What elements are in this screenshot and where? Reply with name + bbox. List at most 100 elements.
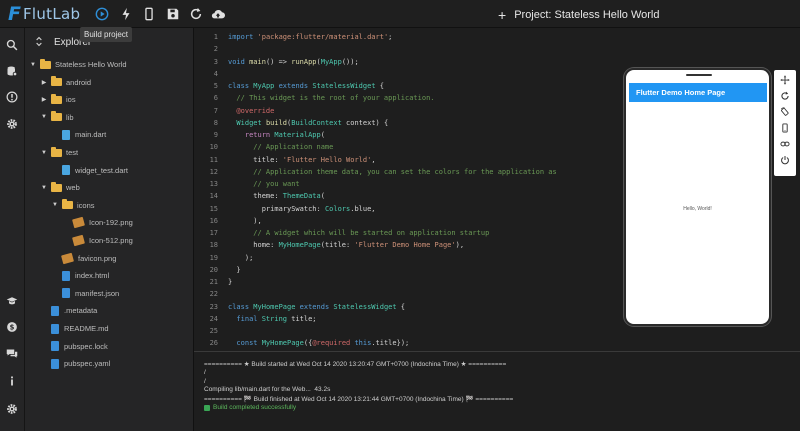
line-number: 12 (209, 167, 218, 176)
code-line[interactable]: 9 return MaterialApp( (194, 129, 325, 141)
code-line[interactable]: 4 (194, 68, 228, 80)
tree-item[interactable]: ▼ web (25, 179, 80, 196)
refresh-icon[interactable] (188, 6, 204, 22)
folder-icon (51, 93, 62, 104)
collapse-chevron-icon[interactable] (35, 36, 45, 49)
tree-item[interactable]: widget_test.dart (25, 162, 128, 179)
code-line[interactable]: 22 (194, 288, 228, 300)
code-line[interactable]: 16 ), (194, 215, 262, 227)
info-icon[interactable] (4, 89, 20, 105)
tree-item[interactable]: ▼ test (25, 144, 78, 161)
code-line[interactable]: 26 const MyHomePage({@required this .titl… (194, 337, 410, 349)
preview-app-bar: Flutter Demo Home Page (629, 83, 767, 102)
tree-item[interactable]: manifest.json (25, 285, 119, 302)
code-token: build (265, 118, 288, 127)
logo-text: FlutLab (22, 5, 81, 23)
tree-item[interactable]: favicon.png (25, 250, 116, 267)
line-number: 11 (209, 155, 218, 164)
phone-icon[interactable] (779, 122, 791, 134)
tree-item-label: Icon-192.png (89, 218, 133, 228)
tree-item-label: README.md (64, 324, 109, 333)
code-token: ), (455, 241, 465, 250)
dollar-icon[interactable]: $ (4, 319, 20, 335)
tree-item[interactable]: ▼ icons (25, 197, 95, 214)
code-line[interactable]: 17 // A widget which will be started on … (194, 227, 490, 239)
move-icon[interactable] (779, 74, 791, 86)
search-icon[interactable] (4, 37, 20, 53)
code-token: .title}); (371, 339, 410, 348)
code-line[interactable]: 1 import 'package:flutter/material.dart'; (194, 31, 393, 43)
flutlab-logo[interactable]: F FlutLab (8, 3, 81, 25)
code-line[interactable]: 6 // This widget is the root of your app… (194, 92, 435, 104)
code-line[interactable]: 2 (194, 43, 228, 55)
code-line[interactable]: 11 title: 'Flutter Hello World', (194, 154, 376, 166)
tree-item[interactable]: ▶ ios (25, 91, 76, 108)
code-line[interactable]: 7 @override (194, 105, 275, 117)
tree-item[interactable]: .metadata (25, 302, 97, 319)
new-project-icon[interactable]: + (498, 7, 506, 23)
code-token: StatelessWidget (312, 82, 376, 90)
build-console[interactable]: ========== ★ Build started at Wed Oct 14… (194, 351, 800, 431)
code-line[interactable]: 13 // you want (194, 178, 300, 190)
tree-item[interactable]: index.html (25, 267, 109, 284)
build-project-icon[interactable] (94, 6, 110, 22)
code-token: title: (228, 155, 283, 164)
code-line[interactable]: 5 class MyApp extends StatelessWidget { (194, 80, 384, 92)
code-line[interactable]: 12 // Application theme data, you can se… (194, 166, 557, 178)
code-line[interactable]: 23 class MyHomePage extends StatelessWidg… (194, 301, 405, 313)
code-line[interactable]: 20 } (194, 264, 241, 276)
code-line[interactable]: 15 primarySwatch: Colors .blue, (194, 203, 376, 215)
device-icon[interactable] (141, 6, 157, 22)
tree-item[interactable]: ▼ lib (25, 109, 74, 126)
code-token: MyHomePage (278, 241, 321, 250)
code-line[interactable]: 18 home: MyHomePage (title: 'Flutter Demo… (194, 239, 464, 251)
save-icon[interactable] (165, 6, 181, 22)
device-preview[interactable]: Flutter Demo Home Page Hello, World! (624, 68, 771, 326)
code-token: const (228, 339, 262, 348)
code-line[interactable]: 3 void main() => runApp(MyApp ()); (194, 56, 359, 68)
power-icon[interactable] (779, 154, 791, 166)
reload-preview-icon[interactable] (779, 90, 791, 102)
logo-mark: F (8, 3, 21, 25)
code-line[interactable]: 24 final String title; (194, 313, 317, 325)
line-number: 25 (209, 327, 218, 335)
tree-item[interactable]: pubspec.yaml (25, 355, 110, 372)
tree-item[interactable]: Icon-192.png (25, 214, 133, 231)
tree-item[interactable]: README.md (25, 320, 109, 337)
chat-icon[interactable] (4, 346, 20, 362)
code-token: class (228, 82, 254, 90)
code-token: ()); (341, 57, 359, 66)
line-number: 23 (209, 302, 218, 311)
gear-icon[interactable] (4, 116, 20, 132)
code-token: // A widget which will be started on app… (228, 229, 490, 237)
tree-item[interactable]: ▶ android (25, 74, 91, 91)
rotate-device-icon[interactable] (779, 106, 791, 118)
code-line[interactable]: 21} (194, 276, 233, 288)
tree-item-label: icons (77, 200, 95, 210)
code-line[interactable]: 8 Widget build(BuildContext context) { (194, 117, 388, 129)
code-line[interactable]: 25 (194, 325, 228, 337)
line-number: 21 (209, 278, 218, 286)
cloud-upload-icon[interactable] (210, 6, 226, 22)
code-line[interactable]: 14 theme: ThemeData( (194, 190, 325, 202)
tree-item[interactable]: ▼ Stateless Hello World (25, 56, 127, 73)
image-file-icon (72, 217, 85, 229)
database-settings-icon[interactable] (4, 63, 20, 79)
settings-icon[interactable] (4, 401, 20, 417)
line-number: 19 (209, 253, 218, 262)
code-token: MyHomePage (253, 302, 300, 311)
code-line[interactable]: 19 ); (194, 252, 254, 264)
line-number: 9 (213, 131, 218, 139)
caret-down-icon: ▼ (41, 184, 47, 191)
graduation-cap-icon[interactable] (4, 293, 20, 309)
project-title[interactable]: + Project: Stateless Hello World (498, 7, 660, 23)
info-i-icon[interactable] (4, 373, 20, 389)
line-number: 6 (213, 94, 218, 103)
hot-reload-icon[interactable] (118, 6, 134, 22)
tree-item[interactable]: main.dart (25, 126, 106, 143)
line-number: 10 (209, 143, 218, 152)
tree-item[interactable]: Icon-512.png (25, 232, 133, 249)
code-line[interactable]: 10 // Application name (194, 141, 334, 153)
link-icon[interactable] (779, 138, 791, 150)
tree-item[interactable]: pubspec.lock (25, 338, 108, 355)
